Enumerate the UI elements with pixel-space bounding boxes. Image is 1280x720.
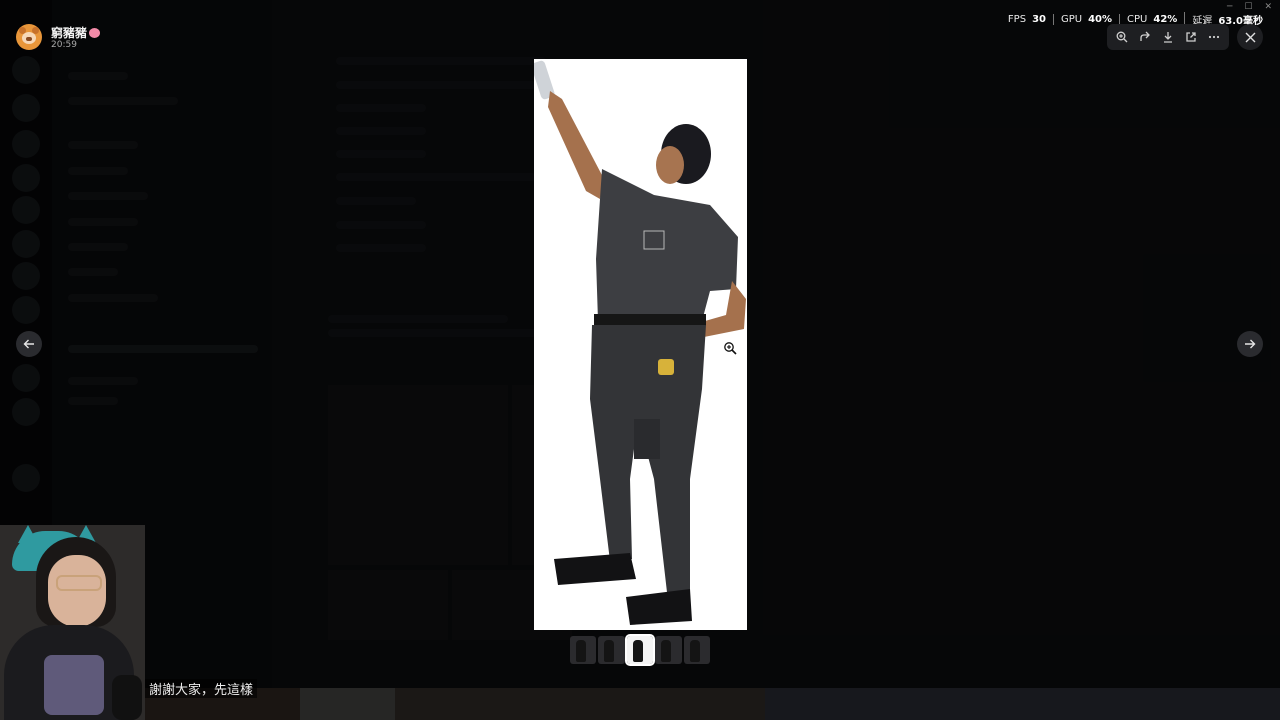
minimize-icon[interactable]: ─ <box>1227 2 1232 12</box>
enlarged-photo[interactable] <box>534 59 747 630</box>
thumbnail-active[interactable] <box>624 634 656 666</box>
zoom-in-icon[interactable] <box>1113 28 1131 46</box>
thumbnail-strip <box>570 634 711 666</box>
close-viewer-button[interactable] <box>1237 24 1263 50</box>
download-icon[interactable] <box>1159 28 1177 46</box>
man-figure <box>534 59 747 630</box>
avatar[interactable] <box>16 24 42 50</box>
gpu-stat: GPU 40% <box>1052 13 1119 25</box>
stream-caption: 謝謝大家，先這樣 <box>145 679 258 698</box>
image-toolbar <box>1107 24 1229 50</box>
previous-image-button[interactable] <box>16 331 42 357</box>
arrow-right-icon <box>1245 339 1256 349</box>
window-close-icon[interactable]: ✕ <box>1264 2 1272 12</box>
close-icon <box>1245 32 1255 42</box>
author-name-row: 窮豬豬 <box>51 24 101 41</box>
webcam-overlay <box>0 525 145 720</box>
cpu-stat: CPU 42% <box>1119 13 1184 25</box>
pig-emoji-icon <box>89 28 101 38</box>
zoom-cursor-icon <box>724 342 737 355</box>
maximize-icon[interactable]: ☐ <box>1244 2 1252 12</box>
more-options-icon[interactable] <box>1205 28 1223 46</box>
author-name[interactable]: 窮豬豬 <box>51 26 87 40</box>
thumbnail[interactable] <box>655 636 682 664</box>
thumbnail[interactable] <box>598 636 625 664</box>
thumbnail[interactable] <box>570 636 597 664</box>
thumbnail[interactable] <box>683 636 711 664</box>
streamer-face <box>48 555 106 627</box>
next-image-button[interactable] <box>1237 331 1263 357</box>
post-time: 20:59 <box>51 40 77 50</box>
fps-stat: FPS 30 <box>1007 13 1046 25</box>
arrow-left-icon <box>23 339 34 349</box>
open-external-icon[interactable] <box>1182 28 1200 46</box>
window-controls: ─ ☐ ✕ <box>1227 2 1272 12</box>
microphone-icon <box>112 675 142 720</box>
forward-icon[interactable] <box>1136 28 1154 46</box>
